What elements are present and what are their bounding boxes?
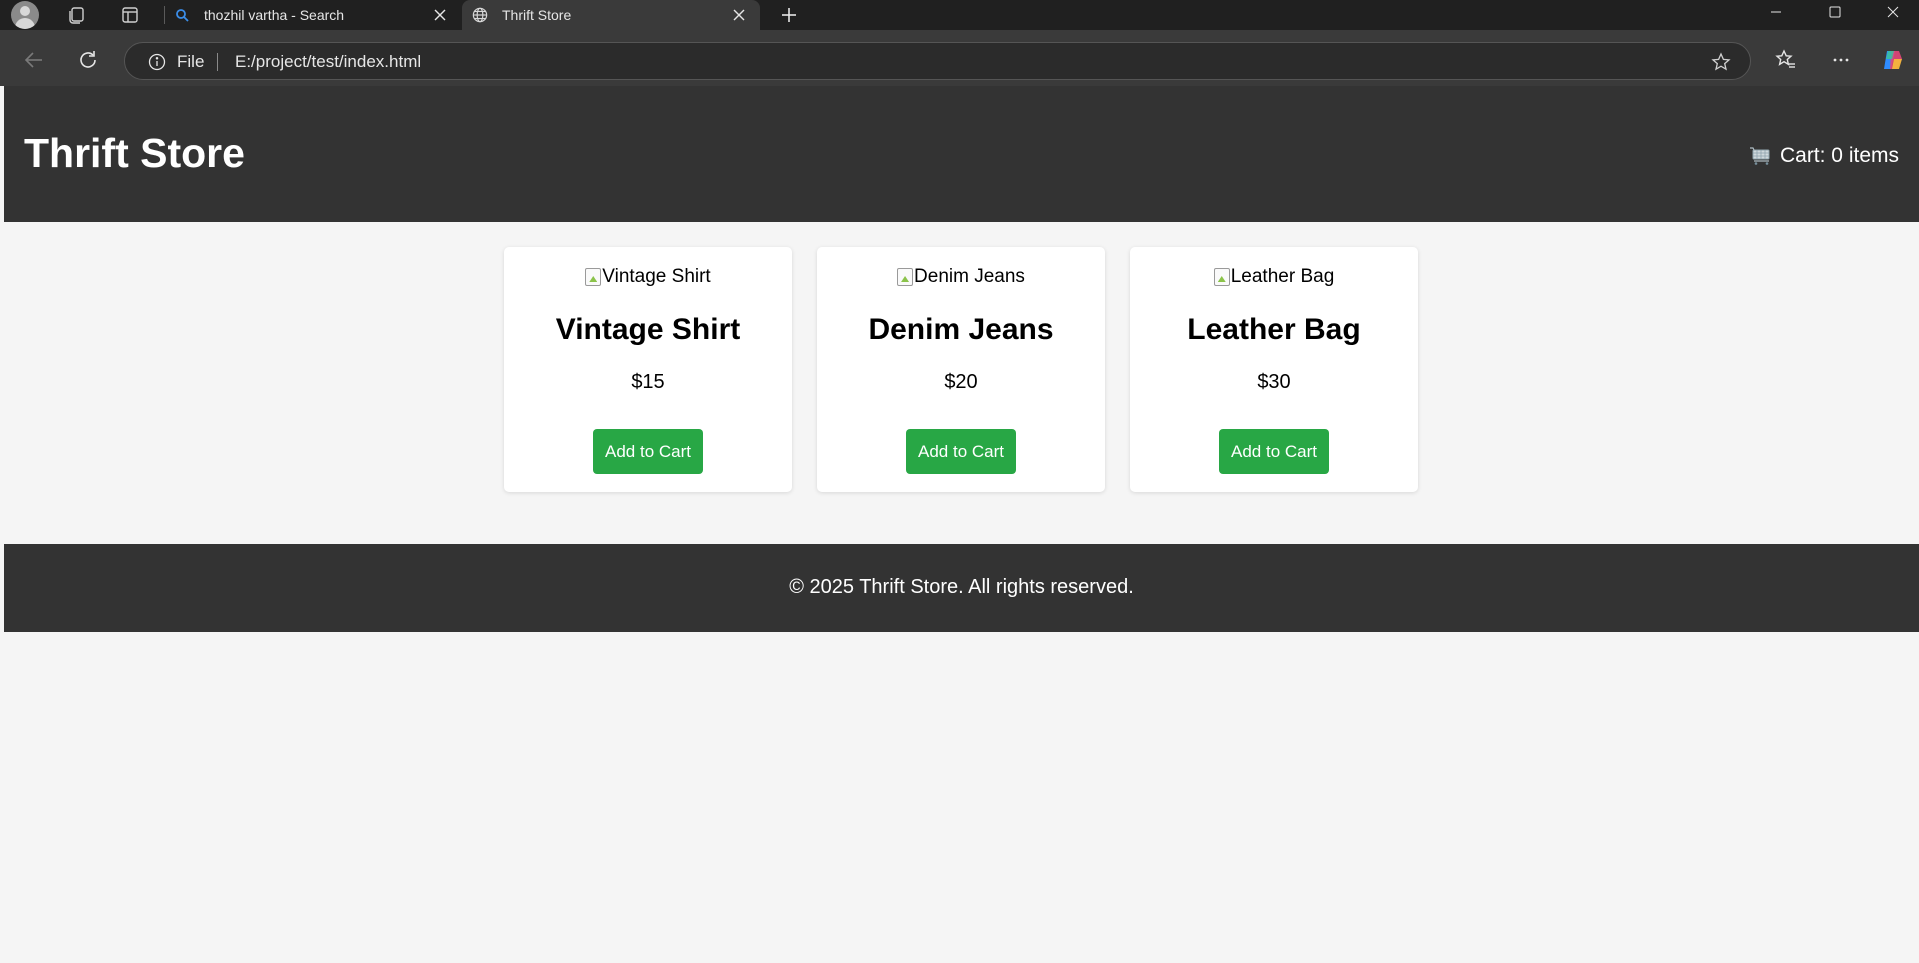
new-tab-button[interactable] <box>775 2 803 28</box>
product-card: Denim Jeans Denim Jeans $20 Add to Cart <box>817 247 1105 492</box>
product-list: Vintage Shirt Vintage Shirt $15 Add to C… <box>4 222 1919 544</box>
add-to-cart-button[interactable]: Add to Cart <box>593 429 703 474</box>
tab-search[interactable]: thozhil vartha - Search <box>164 0 461 30</box>
globe-icon <box>472 7 488 23</box>
copilot-button[interactable] <box>1878 45 1908 75</box>
more-icon <box>1833 58 1849 62</box>
tab-title: thozhil vartha - Search <box>204 7 345 23</box>
profile-avatar[interactable] <box>10 0 40 30</box>
product-image-alt: Vintage Shirt <box>602 266 711 287</box>
add-to-cart-button[interactable]: Add to Cart <box>906 429 1016 474</box>
minimize-button[interactable] <box>1753 0 1799 24</box>
cart-icon <box>1749 146 1772 166</box>
broken-image-icon <box>897 268 914 286</box>
copilot-icon <box>1884 51 1902 69</box>
back-button[interactable] <box>18 44 50 76</box>
product-card: Vintage Shirt Vintage Shirt $15 Add to C… <box>504 247 792 492</box>
product-name: Denim Jeans <box>868 313 1054 346</box>
reload-icon <box>80 51 96 68</box>
add-to-cart-button[interactable]: Add to Cart <box>1219 429 1329 474</box>
site-header: Thrift Store Cart: 0 items <box>4 86 1919 222</box>
product-price: $15 <box>631 371 665 393</box>
address-scheme-label: File <box>177 52 205 71</box>
browser-tab-strip: thozhil vartha - Search Thrift Store <box>0 0 1919 30</box>
maximize-icon <box>1829 6 1841 18</box>
tab-thrift-store[interactable]: Thrift Store <box>462 0 760 30</box>
star-icon[interactable] <box>1710 51 1732 73</box>
plus-icon <box>782 8 796 22</box>
address-bar[interactable]: File E:/project/test/index.html <box>124 42 1751 80</box>
product-card: Leather Bag Leather Bag $30 Add to Cart <box>1130 247 1418 492</box>
product-image-alt: Leather Bag <box>1230 266 1335 287</box>
cart-indicator[interactable]: Cart: 0 items <box>1749 144 1899 168</box>
tab-title: Thrift Store <box>502 7 572 23</box>
arrow-left-icon <box>24 52 42 68</box>
reload-button[interactable] <box>72 44 104 76</box>
product-image-alt: Denim Jeans <box>914 266 1025 287</box>
product-name: Leather Bag <box>1187 313 1361 346</box>
site-footer: © 2025 Thrift Store. All rights reserved… <box>4 544 1919 632</box>
maximize-button[interactable] <box>1812 0 1858 24</box>
product-name: Vintage Shirt <box>555 313 741 346</box>
broken-image-icon <box>1213 268 1230 286</box>
product-price: $30 <box>1257 371 1291 393</box>
minimize-icon <box>1771 11 1781 13</box>
search-icon <box>174 7 190 23</box>
close-tab-icon[interactable] <box>431 6 449 24</box>
close-icon <box>1887 6 1899 18</box>
window-close-button[interactable] <box>1870 0 1916 24</box>
site-title: Thrift Store <box>24 130 245 176</box>
profile-icon <box>11 1 39 29</box>
product-image: Denim Jeans <box>817 265 1105 289</box>
more-options-button[interactable] <box>1826 45 1856 75</box>
page-viewport: Thrift Store Cart: 0 items Vintage Shirt… <box>4 86 1919 963</box>
tab-actions-button[interactable] <box>116 0 144 30</box>
tab-actions-icon <box>122 7 138 23</box>
workspaces-icon <box>69 7 84 24</box>
product-image: Leather Bag <box>1130 265 1418 289</box>
product-price: $20 <box>944 371 978 393</box>
browser-toolbar: File E:/project/test/index.html <box>0 30 1919 86</box>
address-url[interactable]: E:/project/test/index.html <box>235 52 421 72</box>
broken-image-icon <box>585 268 602 286</box>
favorites-icon <box>1775 49 1795 68</box>
cart-label: Cart: 0 items <box>1779 144 1899 167</box>
footer-copyright: © 2025 Thrift Store. All rights reserved… <box>789 576 1134 598</box>
workspaces-button[interactable] <box>62 0 90 30</box>
info-icon[interactable] <box>147 52 167 72</box>
close-tab-icon[interactable] <box>730 6 748 24</box>
favorites-button[interactable] <box>1771 45 1801 75</box>
product-image: Vintage Shirt <box>504 265 792 289</box>
